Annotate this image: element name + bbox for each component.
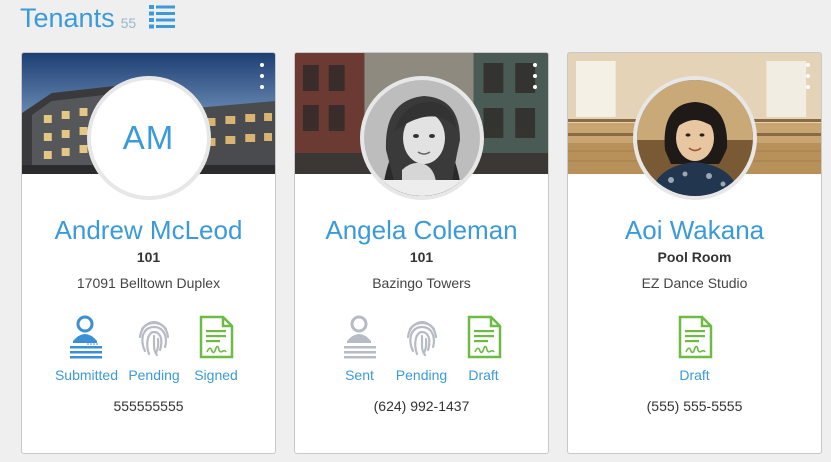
list-view-icon[interactable] xyxy=(148,4,176,30)
tenant-name[interactable]: Angela Coleman xyxy=(295,213,548,247)
tenant-photo xyxy=(363,80,480,196)
lease-status[interactable]: Draft xyxy=(669,315,721,383)
application-icon xyxy=(343,315,376,359)
tenant-name[interactable]: Andrew McLeod xyxy=(22,213,275,247)
application-status[interactable]: Submitted xyxy=(55,315,118,383)
page-header: Tenants 55 xyxy=(20,2,176,34)
tenant-photo xyxy=(636,80,753,196)
status-label: Submitted xyxy=(54,367,119,383)
tenant-card[interactable]: Aoi Wakana Pool Room EZ Dance Studio Dra… xyxy=(567,52,822,454)
status-row: Sent Pending Draft xyxy=(295,315,548,383)
status-label: Draft xyxy=(468,367,499,383)
tenant-card[interactable]: AM Andrew McLeod 101 17091 Belltown Dupl… xyxy=(21,52,276,454)
screening-status[interactable]: Pending xyxy=(396,315,448,383)
phone-number: (624) 992-1437 xyxy=(373,398,470,414)
unit-number: Pool Room xyxy=(657,249,732,265)
status-label: Pending xyxy=(395,367,448,383)
property-name: 17091 Belltown Duplex xyxy=(76,275,221,291)
lease-sign-icon xyxy=(199,315,234,359)
screening-status[interactable]: Pending xyxy=(128,315,180,383)
card-menu-button[interactable] xyxy=(805,63,811,89)
avatar xyxy=(632,76,757,200)
phone-number: (555) 555-5555 xyxy=(646,398,743,414)
status-label: Draft xyxy=(679,367,710,383)
status-label: Signed xyxy=(194,367,238,383)
status-row: Submitted Pending Signed xyxy=(22,315,275,383)
page-title: Tenants xyxy=(20,3,115,33)
avatar: AM xyxy=(86,76,211,200)
lease-sign-icon xyxy=(678,315,712,359)
phone-number: 555555555 xyxy=(113,398,184,414)
application-icon xyxy=(70,315,103,359)
tenant-count: 55 xyxy=(120,15,137,31)
card-menu-button[interactable] xyxy=(532,63,538,89)
lease-status[interactable]: Signed xyxy=(190,315,242,383)
tenant-name[interactable]: Aoi Wakana xyxy=(568,213,821,247)
lease-status[interactable]: Draft xyxy=(458,315,510,383)
fingerprint-icon xyxy=(406,320,437,357)
fingerprint-icon xyxy=(138,320,170,357)
unit-number: 101 xyxy=(136,249,161,265)
tenant-card[interactable]: Angela Coleman 101 Bazingo Towers Sent P… xyxy=(294,52,549,454)
unit-number: 101 xyxy=(409,249,434,265)
avatar xyxy=(359,76,484,200)
status-label: Sent xyxy=(345,367,374,383)
status-row: Draft xyxy=(568,315,821,383)
application-status[interactable]: Sent xyxy=(334,315,386,383)
property-name: Bazingo Towers xyxy=(372,275,471,291)
lease-sign-icon xyxy=(467,315,501,359)
card-menu-button[interactable] xyxy=(259,63,265,89)
property-name: EZ Dance Studio xyxy=(641,275,748,291)
avatar-initials: AM xyxy=(122,119,175,156)
status-label: Pending xyxy=(128,367,180,383)
